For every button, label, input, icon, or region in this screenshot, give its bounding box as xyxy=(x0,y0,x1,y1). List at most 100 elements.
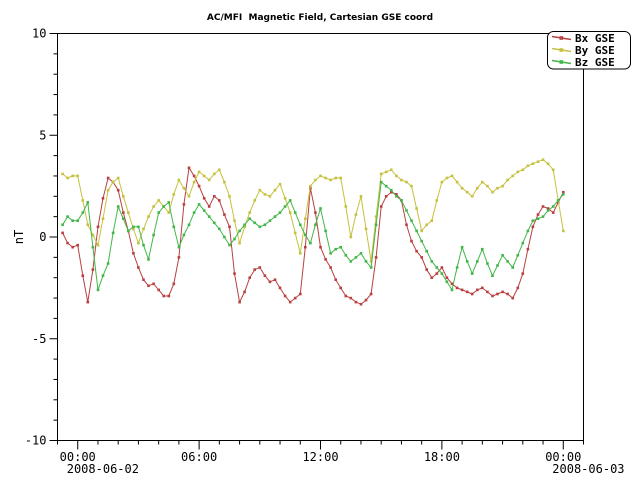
data-point-marker xyxy=(157,289,160,292)
data-point-marker xyxy=(436,199,439,202)
y-tick-label: -10 xyxy=(25,434,47,448)
data-point-marker xyxy=(152,205,155,208)
data-point-marker xyxy=(527,165,530,168)
data-point-marker xyxy=(147,215,150,218)
data-point-marker xyxy=(420,240,423,243)
data-point-marker xyxy=(147,258,150,261)
data-point-marker xyxy=(345,205,348,208)
data-point-marker xyxy=(284,205,287,208)
data-point-marker xyxy=(501,291,504,294)
data-point-marker xyxy=(511,175,514,178)
data-point-marker xyxy=(233,238,236,241)
data-point-marker xyxy=(339,287,342,290)
data-point-marker xyxy=(365,228,368,231)
data-point-marker xyxy=(279,287,282,290)
data-point-marker xyxy=(299,252,302,255)
series-By-GSE xyxy=(61,158,564,262)
data-point-marker xyxy=(284,197,287,200)
y-axis-title: nT xyxy=(12,230,26,244)
data-point-marker xyxy=(506,293,509,296)
data-point-marker xyxy=(173,193,176,196)
data-point-marker xyxy=(314,224,317,227)
data-point-marker xyxy=(405,181,408,184)
data-point-marker xyxy=(522,242,525,245)
data-point-marker xyxy=(410,185,413,188)
data-point-marker xyxy=(102,197,105,200)
data-point-marker xyxy=(441,272,444,275)
data-point-marker xyxy=(517,171,520,174)
data-point-marker xyxy=(299,293,302,296)
data-point-marker xyxy=(441,181,444,184)
legend-marker xyxy=(560,36,564,40)
data-point-marker xyxy=(385,195,388,198)
data-point-marker xyxy=(532,219,535,222)
data-point-marker xyxy=(481,181,484,184)
data-point-marker xyxy=(188,224,191,227)
data-point-marker xyxy=(501,185,504,188)
data-point-marker xyxy=(198,203,201,206)
data-point-marker xyxy=(400,179,403,182)
data-point-marker xyxy=(157,211,160,214)
data-point-marker xyxy=(289,211,292,214)
x-date-label: 2008-06-02 xyxy=(67,462,139,476)
x-axis: 00:002008-06-0206:0012:0018:0000:002008-… xyxy=(58,441,625,477)
y-tick-label: 10 xyxy=(32,27,46,41)
data-point-marker xyxy=(76,219,79,222)
data-point-marker xyxy=(253,268,256,271)
data-point-marker xyxy=(425,224,428,227)
data-point-marker xyxy=(107,262,110,265)
data-point-marker xyxy=(218,169,221,172)
data-point-marker xyxy=(188,167,191,170)
data-point-marker xyxy=(92,268,95,271)
data-point-marker xyxy=(380,205,383,208)
data-point-marker xyxy=(431,260,434,263)
data-point-marker xyxy=(71,175,74,178)
legend: Bx GSEBy GSEBz GSE xyxy=(548,32,631,70)
data-point-marker xyxy=(173,226,176,229)
data-point-marker xyxy=(66,242,69,245)
data-point-marker xyxy=(309,185,312,188)
data-point-marker xyxy=(132,226,135,229)
data-point-marker xyxy=(345,254,348,257)
data-point-marker xyxy=(395,195,398,198)
data-point-marker xyxy=(208,215,211,218)
data-point-marker xyxy=(168,211,171,214)
data-point-marker xyxy=(486,291,489,294)
data-point-marker xyxy=(183,203,186,206)
data-point-marker xyxy=(506,260,509,263)
data-point-marker xyxy=(208,179,211,182)
data-point-marker xyxy=(420,230,423,233)
data-point-marker xyxy=(461,187,464,190)
data-point-marker xyxy=(339,246,342,249)
data-point-marker xyxy=(253,199,256,202)
data-point-marker xyxy=(506,179,509,182)
data-point-marker xyxy=(324,258,327,261)
data-point-marker xyxy=(213,173,216,176)
data-point-marker xyxy=(471,293,474,296)
data-point-marker xyxy=(532,226,535,229)
data-point-marker xyxy=(173,283,176,286)
data-point-marker xyxy=(87,224,90,227)
data-point-marker xyxy=(425,268,428,271)
data-point-marker xyxy=(410,240,413,243)
data-point-marker xyxy=(552,211,555,214)
data-point-marker xyxy=(436,266,439,269)
data-point-marker xyxy=(294,297,297,300)
data-point-marker xyxy=(162,295,165,298)
data-point-marker xyxy=(431,219,434,222)
data-point-marker xyxy=(218,199,221,202)
data-point-marker xyxy=(562,193,565,196)
data-point-marker xyxy=(238,230,241,233)
data-point-marker xyxy=(198,171,201,174)
data-point-marker xyxy=(294,211,297,214)
plot-figure: AC/MFI Magnetic Field, Cartesian GSE coo… xyxy=(0,0,640,480)
data-point-marker xyxy=(203,175,206,178)
data-point-marker xyxy=(542,158,545,161)
data-point-marker xyxy=(157,199,160,202)
data-point-marker xyxy=(203,209,206,212)
data-point-marker xyxy=(410,219,413,222)
data-point-marker xyxy=(178,179,181,182)
series-Bz-GSE xyxy=(61,181,564,291)
data-point-marker xyxy=(243,224,246,227)
data-point-marker xyxy=(97,226,100,229)
